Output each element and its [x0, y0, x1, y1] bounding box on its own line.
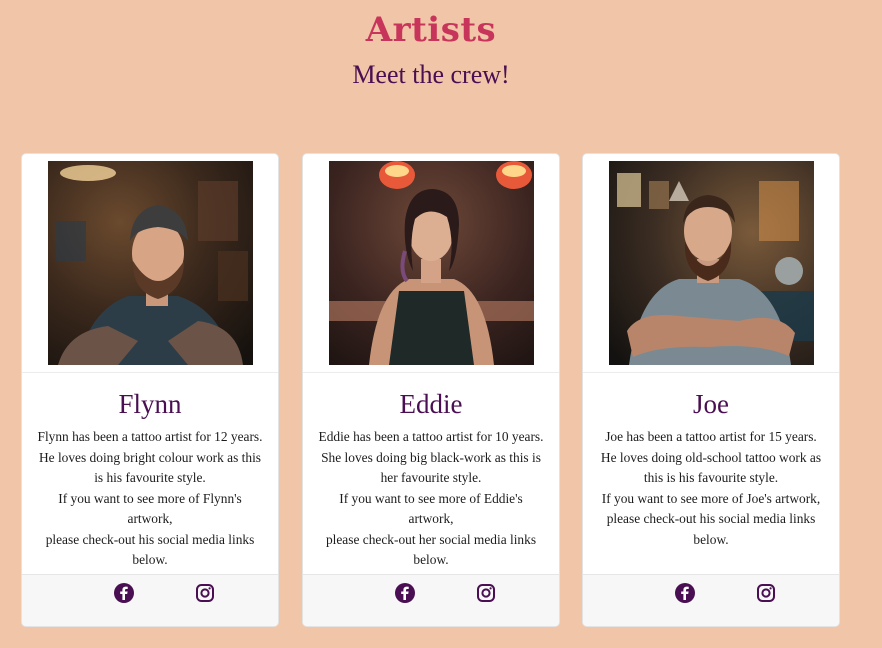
page-subtitle: Meet the crew! — [352, 60, 510, 89]
facebook-icon[interactable] — [675, 583, 695, 603]
artist-photo-frame — [303, 154, 559, 373]
artist-photo-eddie — [329, 161, 534, 365]
card-body: Flynn Flynn has been a tattoo artist for… — [22, 373, 278, 577]
facebook-icon[interactable] — [114, 583, 134, 603]
card-body: Eddie Eddie has been a tattoo artist for… — [303, 373, 559, 577]
instagram-icon[interactable] — [476, 583, 496, 603]
facebook-icon[interactable] — [395, 583, 415, 603]
artist-bio: Joe has been a tattoo artist for 15 year… — [600, 429, 822, 547]
artist-card-joe: Joe Joe has been a tattoo artist for 15 … — [582, 153, 840, 627]
card-footer — [303, 574, 559, 626]
artist-bio: Flynn has been a tattoo artist for 12 ye… — [37, 429, 263, 567]
artist-name: Joe — [693, 389, 729, 419]
artist-bio: Eddie has been a tattoo artist for 10 ye… — [318, 429, 544, 567]
artist-photo-frame — [583, 154, 839, 373]
artist-photo-joe — [609, 161, 814, 365]
card-footer — [583, 574, 839, 626]
artist-photo-flynn — [48, 161, 253, 365]
card-body: Joe Joe has been a tattoo artist for 15 … — [583, 373, 839, 577]
artist-card-eddie: Eddie Eddie has been a tattoo artist for… — [302, 153, 560, 627]
artist-name: Flynn — [118, 389, 182, 419]
artist-name: Eddie — [399, 389, 463, 419]
card-footer — [22, 574, 278, 626]
artist-photo-frame — [22, 154, 278, 373]
instagram-icon[interactable] — [195, 583, 215, 603]
page-title: Artists — [365, 10, 497, 50]
instagram-icon[interactable] — [756, 583, 776, 603]
artist-card-flynn: Flynn Flynn has been a tattoo artist for… — [21, 153, 279, 627]
